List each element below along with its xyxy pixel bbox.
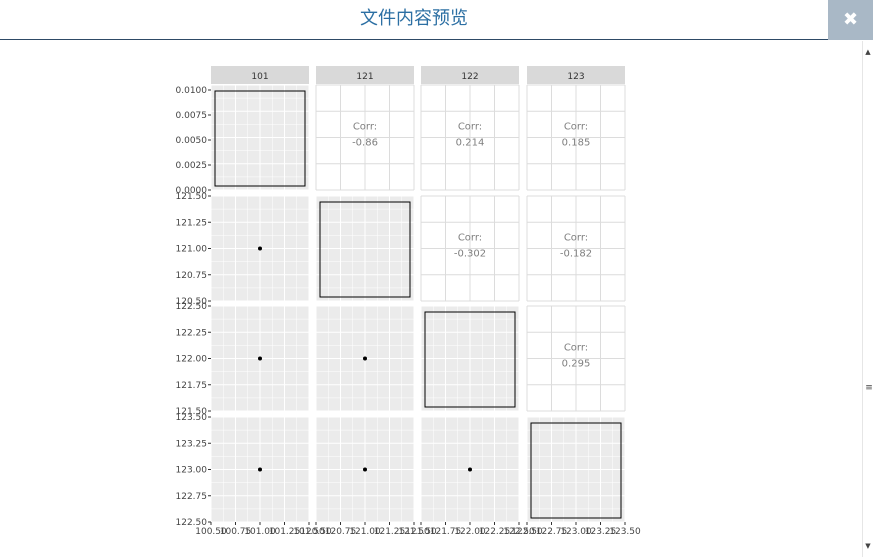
correlation-label: Corr: — [564, 233, 588, 244]
scroll-down-arrow-icon[interactable]: ▼ — [863, 539, 873, 553]
y-axis-tick-label: 0.0100 — [176, 86, 208, 96]
y-axis-tick-label: 123.50 — [176, 413, 208, 423]
correlation-label: Corr: — [458, 233, 482, 244]
correlation-value: 0.185 — [562, 138, 591, 149]
correlation-value: -0.302 — [454, 249, 486, 260]
pairs-plot: 101121122123101121122123Corr:-0.86Corr:0… — [176, 66, 641, 537]
correlation-label: Corr: — [564, 343, 588, 354]
dialog-title: 文件内容预览 — [360, 8, 468, 29]
x-axis-tick-label: 123.50 — [609, 527, 641, 537]
dialog-header: 文件内容预览 ✖ — [0, 0, 873, 40]
facet-strip-top-label: 121 — [356, 72, 373, 82]
y-axis-tick-label: 121.50 — [176, 192, 208, 202]
correlation-value: -0.182 — [560, 249, 592, 260]
scatter-point — [468, 467, 472, 472]
correlation-label: Corr: — [353, 122, 377, 133]
y-axis-tick-label: 122.50 — [176, 302, 208, 312]
correlation-label: Corr: — [564, 122, 588, 133]
scroll-up-arrow-icon[interactable]: ▲ — [863, 45, 873, 59]
y-axis-tick-label: 122.00 — [176, 355, 208, 365]
scatter-point — [363, 356, 367, 361]
y-axis-tick-label: 122.25 — [176, 328, 208, 338]
correlation-value: 0.214 — [456, 138, 485, 149]
y-axis-tick-label: 120.75 — [176, 271, 208, 281]
facet-strip-top-label: 101 — [251, 72, 268, 82]
vertical-scrollbar[interactable]: ▲ ≡ ▼ — [862, 41, 873, 557]
correlation-label: Corr: — [458, 122, 482, 133]
close-button[interactable]: ✖ — [828, 0, 873, 40]
y-axis-tick-label: 123.25 — [176, 439, 208, 449]
y-axis-tick-label: 122.75 — [176, 492, 208, 502]
y-axis-tick-label: 0.0050 — [176, 136, 208, 146]
correlation-value: 0.295 — [562, 359, 591, 370]
scatter-point — [258, 356, 262, 361]
scatter-point — [363, 467, 367, 472]
y-axis-tick-label: 123.00 — [176, 466, 208, 476]
correlation-value: -0.86 — [352, 138, 378, 149]
facet-strip-top-label: 123 — [567, 72, 584, 82]
y-axis-tick-label: 121.75 — [176, 381, 208, 391]
facet-strip-top-label: 122 — [461, 72, 478, 82]
y-axis-tick-label: 0.0025 — [176, 161, 208, 171]
y-axis-tick-label: 121.00 — [176, 245, 208, 255]
scatter-point — [258, 467, 262, 472]
scroll-grip-icon[interactable]: ≡ — [865, 381, 873, 395]
y-axis-tick-label: 121.25 — [176, 218, 208, 228]
y-axis-tick-label: 0.0075 — [176, 111, 208, 121]
scatter-point — [258, 246, 262, 251]
preview-content: 101121122123101121122123Corr:-0.86Corr:0… — [0, 41, 862, 557]
